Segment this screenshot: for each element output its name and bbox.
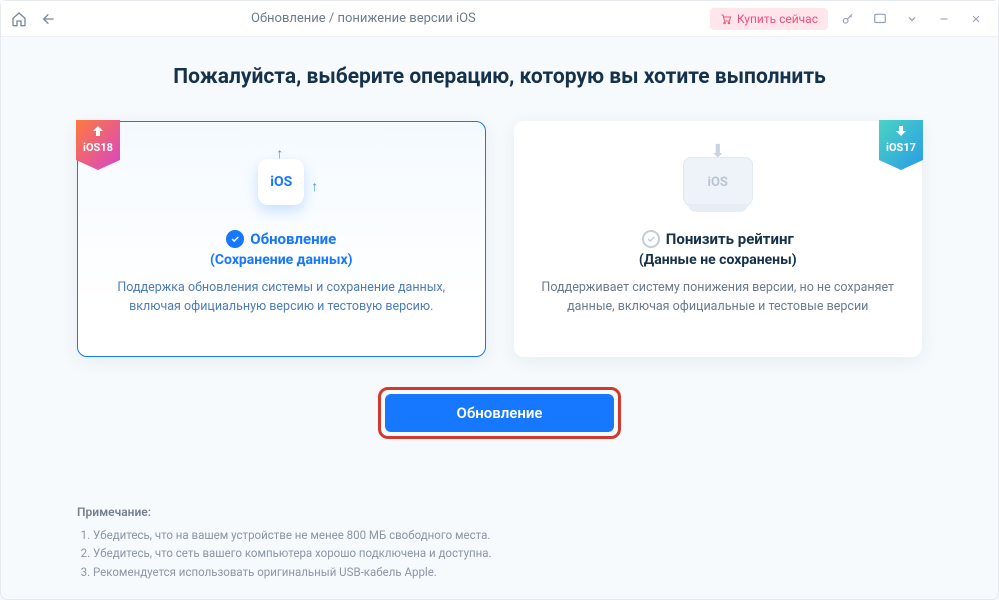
svg-text:iOS18: iOS18 — [83, 141, 113, 154]
upgrade-subtitle: (Сохранение данных) — [104, 252, 459, 268]
chevron-down-icon[interactable] — [900, 7, 924, 31]
action-highlight: Обновление — [378, 387, 622, 439]
notes-section: Примечание: Убедитесь, что на вашем устр… — [77, 503, 507, 581]
upgrade-button[interactable]: Обновление — [385, 394, 615, 432]
upgrade-description: Поддержка обновления системы и сохранени… — [104, 278, 459, 317]
downgrade-illustration-icon: ⬇ iOS — [541, 146, 896, 218]
downgrade-card[interactable]: iOS17 ⬇ iOS Понизить рейтинг (Данные не … — [514, 121, 923, 357]
check-icon — [642, 230, 660, 248]
home-icon[interactable] — [11, 11, 27, 27]
minimize-icon[interactable] — [932, 7, 956, 31]
close-icon[interactable] — [964, 7, 988, 31]
page-heading: Пожалуйста, выберите операцию, которую в… — [77, 65, 922, 89]
ios-label: iOS — [708, 175, 728, 190]
cart-icon — [720, 13, 732, 25]
ios17-badge-icon: iOS17 — [877, 118, 925, 172]
buy-label: Купить сейчас — [737, 12, 818, 26]
note-item: Рекомендуется использовать оригинальный … — [93, 563, 507, 581]
downgrade-title: Понизить рейтинг — [666, 230, 794, 248]
ios18-badge-icon: iOS18 — [74, 118, 122, 172]
key-icon[interactable] — [836, 7, 860, 31]
note-item: Убедитесь, что сеть вашего компьютера хо… — [93, 544, 507, 562]
upgrade-title: Обновление — [250, 230, 336, 248]
window-title: Обновление / понижение версии iOS — [27, 11, 700, 26]
upgrade-illustration-icon: ↑ iOS ↑ — [104, 146, 459, 218]
downgrade-subtitle: (Данные не сохранены) — [541, 252, 896, 268]
buy-now-button[interactable]: Купить сейчас — [710, 8, 828, 30]
upgrade-card[interactable]: iOS18 ↑ iOS ↑ Обновление (Сохранение дан… — [77, 121, 486, 357]
titlebar: Обновление / понижение версии iOS Купить… — [1, 1, 998, 37]
ios-label: iOS — [270, 174, 292, 190]
feedback-icon[interactable] — [868, 7, 892, 31]
note-item: Убедитесь, что на вашем устройстве не ме… — [93, 526, 507, 544]
check-icon — [226, 230, 244, 248]
notes-title: Примечание: — [77, 503, 507, 522]
downgrade-description: Поддерживает систему понижения версии, н… — [541, 278, 896, 317]
svg-text:iOS17: iOS17 — [886, 141, 916, 154]
notes-list: Убедитесь, что на вашем устройстве не ме… — [77, 526, 507, 581]
